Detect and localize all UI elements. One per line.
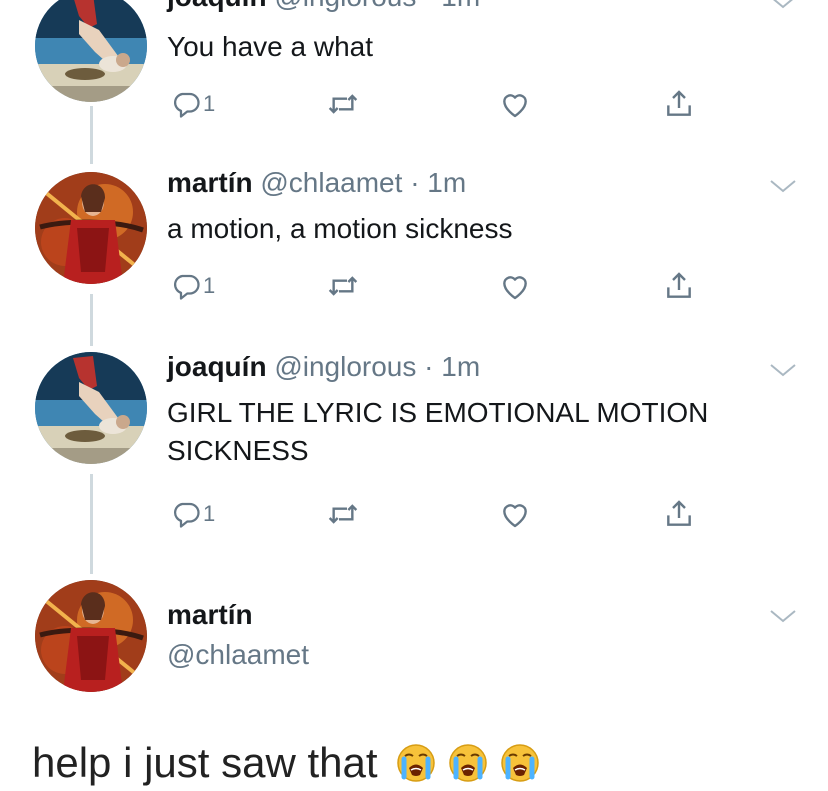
emoji-row: [384, 743, 540, 783]
heart-icon: [499, 270, 531, 302]
separator-dot: ·: [424, 351, 434, 382]
user-handle[interactable]: @inglorous: [274, 0, 416, 12]
tweet-handle-line: @chlaamet: [167, 638, 309, 672]
joaquin-avatar-image: [35, 0, 147, 102]
user-handle[interactable]: @inglorous: [274, 351, 416, 382]
reply-icon: [171, 499, 201, 529]
retweet-icon: [327, 270, 359, 302]
tweet-text: a motion, a motion sickness: [167, 213, 513, 244]
joaquin-avatar-image: [35, 352, 147, 464]
heart-icon: [499, 498, 531, 530]
display-name[interactable]: martín: [167, 599, 253, 630]
tweet-actions: 1: [167, 494, 727, 534]
like-button[interactable]: [499, 84, 531, 124]
like-button[interactable]: [499, 266, 531, 306]
share-button[interactable]: [663, 494, 695, 534]
display-name[interactable]: joaquín: [167, 351, 267, 382]
share-icon: [663, 270, 695, 302]
reply-icon: [171, 271, 201, 301]
tweet-header: joaquín @inglorous · 1m: [167, 0, 480, 14]
chevron-down-icon[interactable]: [768, 360, 798, 380]
reply-count: 1: [203, 501, 216, 526]
display-name[interactable]: joaquín: [167, 0, 267, 12]
tweet-header: martín @chlaamet · 1m: [167, 166, 466, 200]
loudly-crying-face-icon: [500, 743, 540, 783]
avatar[interactable]: [35, 0, 147, 102]
retweet-icon: [327, 498, 359, 530]
share-icon: [663, 498, 695, 530]
timestamp[interactable]: 1m: [441, 0, 480, 12]
retweet-button[interactable]: [327, 266, 359, 306]
retweet-button[interactable]: [327, 494, 359, 534]
heart-icon: [499, 88, 531, 120]
user-handle[interactable]: @chlaamet: [167, 639, 309, 670]
share-button[interactable]: [663, 84, 695, 124]
tweet-actions: 1: [167, 266, 727, 306]
timestamp[interactable]: 1m: [427, 167, 466, 198]
tweet-header: joaquín @inglorous · 1m: [167, 350, 480, 384]
like-button[interactable]: [499, 494, 531, 534]
user-handle[interactable]: @chlaamet: [260, 167, 402, 198]
separator-dot: ·: [424, 0, 433, 12]
loudly-crying-face-icon: [448, 743, 488, 783]
reply-count: 1: [203, 273, 216, 298]
retweet-icon: [327, 88, 359, 120]
avatar[interactable]: [35, 172, 147, 284]
separator-dot: ·: [410, 167, 420, 198]
avatar[interactable]: [35, 352, 147, 464]
display-name[interactable]: martín: [167, 167, 253, 198]
share-button[interactable]: [663, 266, 695, 306]
reply-button[interactable]: 1: [171, 494, 215, 534]
retweet-button[interactable]: [327, 84, 359, 124]
tweet-header: martín: [167, 598, 253, 632]
tweet-actions: 1: [167, 84, 727, 124]
martin-avatar-image: [35, 172, 147, 284]
share-icon: [663, 88, 695, 120]
thread-line: [90, 294, 93, 346]
chevron-down-icon[interactable]: [768, 0, 798, 12]
timestamp[interactable]: 1m: [441, 351, 480, 382]
reply-button[interactable]: 1: [171, 84, 215, 124]
reply-icon: [171, 89, 201, 119]
martin-avatar-image: [35, 580, 147, 692]
reply-button[interactable]: 1: [171, 266, 215, 306]
avatar[interactable]: [35, 580, 147, 692]
loudly-crying-face-icon: [396, 743, 436, 783]
thread-line: [90, 474, 93, 574]
chevron-down-icon[interactable]: [768, 606, 798, 626]
tweet-text: You have a what: [167, 31, 374, 62]
thread-line: [90, 106, 93, 164]
chevron-down-icon[interactable]: [768, 176, 798, 196]
tweet-text: GIRL THE LYRIC IS EMOTIONAL MOTION SICKN…: [167, 397, 709, 466]
reply-count: 1: [203, 91, 216, 116]
